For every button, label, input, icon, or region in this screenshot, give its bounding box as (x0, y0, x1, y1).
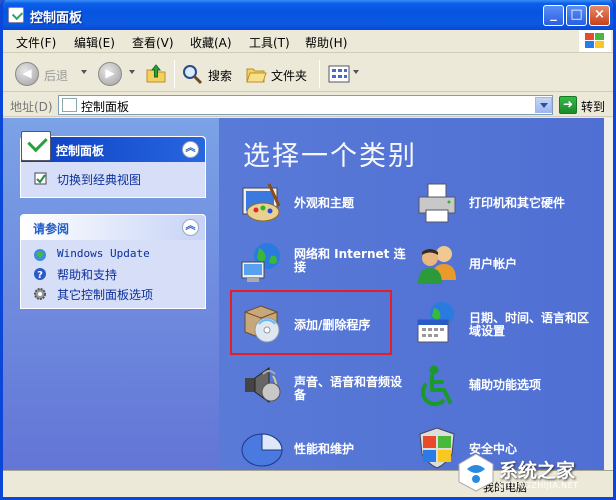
category-printers[interactable]: 打印机和其它硬件 (414, 180, 599, 228)
menu-bar: 文件(F) 编辑(E) 查看(V) 收藏(A) 工具(T) 帮助(H) (3, 30, 613, 53)
network-icon (239, 240, 285, 286)
category-label: 用户帐户 (469, 257, 518, 271)
panel-header[interactable]: 请参阅 ︽ (21, 215, 205, 240)
watermark-logo-icon (458, 453, 494, 492)
collapse-chevron-icon[interactable]: ︽ (182, 219, 199, 236)
search-icon[interactable] (181, 63, 203, 85)
window-title: 控制面板 (30, 11, 83, 26)
category-user-accounts[interactable]: 用户帐户 (414, 240, 599, 288)
category-label: 外观和主题 (294, 196, 355, 210)
classic-view-icon (34, 172, 48, 186)
control-panel-icon (8, 7, 24, 23)
toolbar-separator (319, 60, 320, 88)
menu-view[interactable]: 查看(V) (132, 34, 174, 51)
scrollbar[interactable] (604, 118, 613, 470)
menu-help[interactable]: 帮助(H) (305, 34, 347, 51)
category-sound[interactable]: 声音、语音和音频设备 (239, 362, 409, 410)
panel-title: 控制面板 (56, 144, 105, 158)
back-arrow-icon[interactable]: ◀ (15, 62, 39, 86)
svg-text:?: ? (37, 270, 43, 281)
menu-file[interactable]: 文件(F) (16, 34, 56, 51)
search-button-label[interactable]: 搜索 (208, 67, 232, 84)
watermark: 系统之家 XITONGZHIJIA.NET (455, 448, 615, 496)
menu-edit[interactable]: 编辑(E) (74, 34, 115, 51)
views-dropdown-icon[interactable] (353, 70, 359, 74)
control-panel-icon (62, 98, 77, 112)
watermark-text: 系统之家 (499, 460, 576, 482)
minimize-button[interactable]: _ (543, 5, 564, 26)
performance-icon (239, 424, 285, 470)
toolbar-separator (174, 60, 175, 88)
category-label: 添加/删除程序 (294, 318, 371, 332)
control-panel-icon (21, 131, 51, 161)
toolbar: ◀ 后退 ▶ 搜索 文件夹 (3, 54, 613, 92)
category-label: 日期、时间、语言和区域设置 (469, 311, 590, 338)
up-folder-icon[interactable] (145, 62, 167, 84)
sound-icon (239, 362, 285, 408)
category-performance[interactable]: 性能和维护 (239, 424, 409, 470)
watermark-url: XITONGZHIJIA.NET (497, 481, 579, 490)
help-support-link[interactable]: 帮助和支持 (57, 266, 117, 283)
page-heading: 选择一个类别 (243, 141, 417, 172)
other-options-link[interactable]: 其它控制面板选项 (57, 286, 153, 303)
panel-header[interactable]: 控制面板 ︽ (21, 131, 205, 162)
category-network[interactable]: 网络和 Internet 连接 (239, 240, 409, 288)
category-date-time-language[interactable]: 日期、时间、语言和区域设置 (414, 300, 599, 348)
address-input[interactable]: 控制面板 (58, 95, 553, 115)
title-bar[interactable]: 控制面板 _ □ × (3, 0, 613, 30)
see-also-panel: 请参阅 ︽ Windows Update ? 帮助和支持 其它控制面板选项 (20, 214, 206, 309)
category-label: 打印机和其它硬件 (469, 196, 566, 210)
category-label: 性能和维护 (294, 442, 355, 456)
forward-arrow-icon[interactable]: ▶ (98, 62, 122, 86)
maximize-button[interactable]: □ (566, 5, 587, 26)
address-label: 地址(D) (10, 100, 53, 114)
gear-icon (33, 287, 47, 301)
category-accessibility[interactable]: 辅助功能选项 (414, 362, 599, 410)
users-icon (414, 240, 460, 286)
views-icon[interactable] (328, 64, 350, 84)
close-button[interactable]: × (589, 5, 610, 26)
control-panel-window: 控制面板 _ □ × 文件(F) 编辑(E) 查看(V) 收藏(A) 工具(T)… (0, 0, 616, 500)
collapse-chevron-icon[interactable]: ︽ (182, 141, 199, 158)
category-label: 辅助功能选项 (469, 378, 542, 392)
printer-icon (414, 180, 460, 226)
menu-favorites[interactable]: 收藏(A) (190, 34, 232, 51)
control-panel-task-panel: 控制面板 ︽ 切换到经典视图 (20, 131, 206, 198)
accessibility-icon (414, 362, 460, 408)
task-pane: 控制面板 ︽ 切换到经典视图 请参阅 ︽ Windows Update ? 帮助… (3, 118, 219, 470)
switch-classic-view-link[interactable]: 切换到经典视图 (57, 171, 141, 188)
category-label: 网络和 Internet 连接 (294, 247, 406, 274)
back-dropdown-icon[interactable] (81, 70, 87, 74)
add-remove-programs-icon (239, 300, 285, 346)
help-icon: ? (33, 267, 47, 281)
folders-button-label[interactable]: 文件夹 (271, 67, 307, 84)
category-add-remove-programs[interactable]: 添加/删除程序 (239, 300, 399, 348)
address-dropdown-button[interactable] (535, 97, 552, 113)
address-bar: 地址(D) 控制面板 ➜ 转到 (3, 93, 613, 117)
content-area: 控制面板 ︽ 切换到经典视图 请参阅 ︽ Windows Update ? 帮助… (3, 118, 613, 470)
folders-icon[interactable] (245, 63, 267, 85)
security-center-icon (414, 424, 460, 470)
menu-tools[interactable]: 工具(T) (249, 34, 290, 51)
category-pane: 选择一个类别 外观和主题 打印机和其它硬件 网络和 Internet 连接 用户… (219, 118, 604, 470)
date-time-icon (414, 300, 460, 346)
appearance-icon (239, 180, 285, 226)
windows-update-icon (33, 248, 47, 262)
windows-update-link[interactable]: Windows Update (57, 247, 150, 260)
windows-flag-icon (585, 33, 605, 49)
back-button-label[interactable]: 后退 (44, 67, 68, 84)
category-label: 声音、语音和音频设备 (294, 375, 403, 402)
go-button-label[interactable]: 转到 (581, 98, 605, 115)
go-arrow-icon[interactable]: ➜ (559, 96, 577, 114)
panel-title: 请参阅 (33, 222, 70, 236)
address-value: 控制面板 (81, 100, 130, 114)
category-appearance[interactable]: 外观和主题 (239, 180, 399, 228)
forward-dropdown-icon[interactable] (129, 70, 135, 74)
